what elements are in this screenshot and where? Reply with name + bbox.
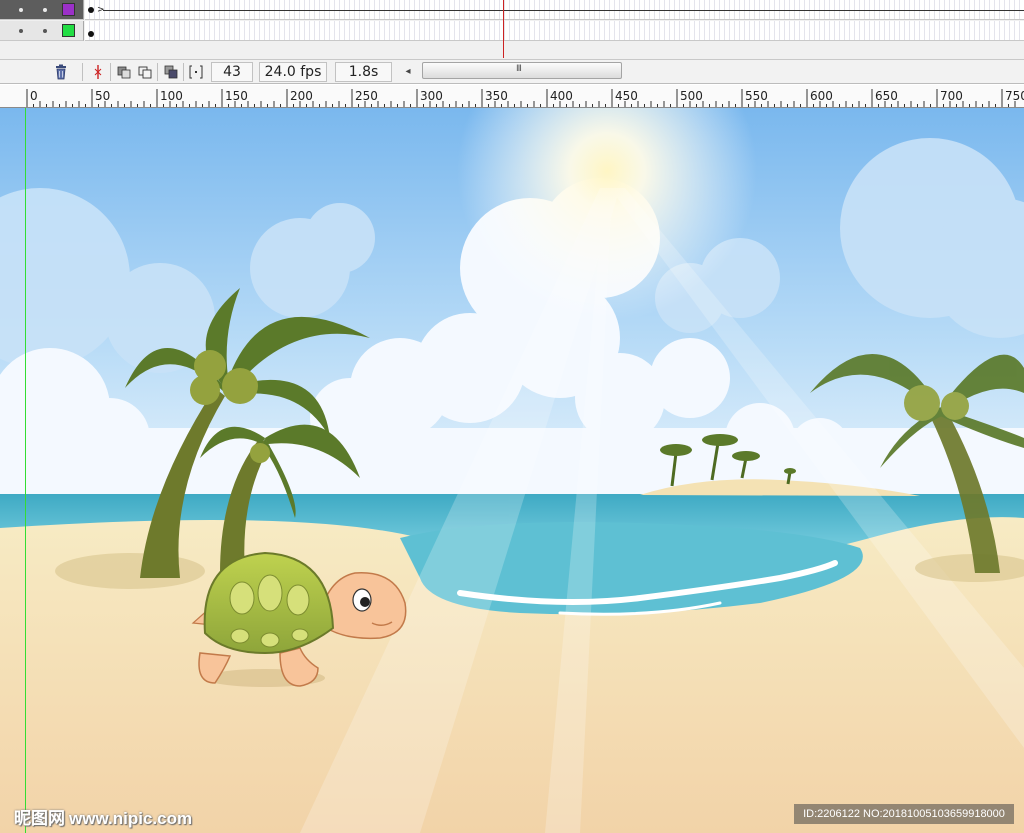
ruler-ticks: 0 50 100 150 200 250 300 350 400 450 500 550 600 650 7…	[26, 89, 1024, 107]
ruler-label: 200	[290, 89, 313, 103]
ruler-label: 750	[1005, 89, 1024, 103]
scroll-left-arrow-icon[interactable]: ◂	[401, 64, 415, 80]
layer-outline-color-swatch[interactable]	[62, 3, 75, 16]
ruler-label: 100	[160, 89, 183, 103]
ruler-label: 250	[355, 89, 378, 103]
lock-toggle-icon[interactable]	[43, 29, 47, 33]
toolbar-separator	[157, 63, 158, 81]
onion-skin-outlines-icon[interactable]	[136, 63, 154, 81]
visibility-toggle-icon[interactable]	[19, 29, 23, 33]
ruler-label: 550	[745, 89, 768, 103]
ruler-label: 650	[875, 89, 898, 103]
modify-onion-markers-icon[interactable]	[187, 63, 205, 81]
image-id-watermark: ID:2206122 NO:20181005103659918000	[794, 804, 1014, 824]
ruler-label: 700	[940, 89, 963, 103]
ruler-label: 300	[420, 89, 443, 103]
visibility-toggle-icon[interactable]	[19, 8, 23, 12]
layer-outline-color-swatch[interactable]	[62, 24, 75, 37]
layer-frames[interactable]	[85, 21, 1024, 41]
stage-guide-line[interactable]	[25, 108, 26, 833]
ruler-label: 350	[485, 89, 508, 103]
tween-line	[103, 10, 1024, 11]
toolbar-separator	[183, 63, 184, 81]
site-watermark: 昵图网 www.nipic.com	[14, 804, 193, 829]
toolbar-separator	[110, 63, 111, 81]
current-frame-field[interactable]: 43	[211, 62, 253, 82]
lock-toggle-icon[interactable]	[43, 8, 47, 12]
keyframe-dot-icon[interactable]	[88, 7, 94, 13]
ruler-label: 400	[550, 89, 573, 103]
delete-layer-trash-icon[interactable]	[52, 63, 70, 81]
edit-multiple-frames-icon[interactable]	[162, 63, 180, 81]
center-frame-icon[interactable]	[89, 63, 107, 81]
ruler-label: 0	[30, 89, 38, 103]
timeline-panel: >	[0, 0, 1024, 60]
timeline-status-bar: 43 24.0 fps 1.8s ◂ III	[0, 60, 1024, 84]
scrollbar-grip-icon: III	[516, 64, 522, 74]
playhead[interactable]	[503, 0, 504, 58]
onion-skin-icon[interactable]	[115, 63, 133, 81]
site-name: 昵图网	[14, 809, 65, 829]
toolbar-separator	[82, 63, 83, 81]
ruler-label: 500	[680, 89, 703, 103]
layer-controls[interactable]	[0, 21, 84, 41]
site-url: www.nipic.com	[69, 809, 193, 828]
stage-canvas[interactable]: 昵图网 www.nipic.com ID:2206122 NO:201810051…	[0, 108, 1024, 833]
layer-frames[interactable]: >	[85, 0, 1024, 20]
ruler-label: 600	[810, 89, 833, 103]
frame-rate-field[interactable]: 24.0 fps	[259, 62, 327, 82]
ruler-label: 450	[615, 89, 638, 103]
ruler-label: 150	[225, 89, 248, 103]
keyframe-dot-icon[interactable]	[88, 31, 94, 37]
timeline-layer-row[interactable]: >	[0, 0, 1024, 20]
beach-scene[interactable]	[0, 108, 1024, 833]
layer-controls[interactable]	[0, 0, 84, 20]
ruler-label: 50	[95, 89, 110, 103]
timeline-layer-row[interactable]	[0, 21, 1024, 41]
horizontal-ruler: 0 50 100 150 200 250 300 350 400 450 500 550 600 650 7…	[0, 85, 1024, 108]
elapsed-time-field: 1.8s	[335, 62, 392, 82]
timeline-scrollbar-thumb[interactable]: III	[422, 62, 622, 79]
